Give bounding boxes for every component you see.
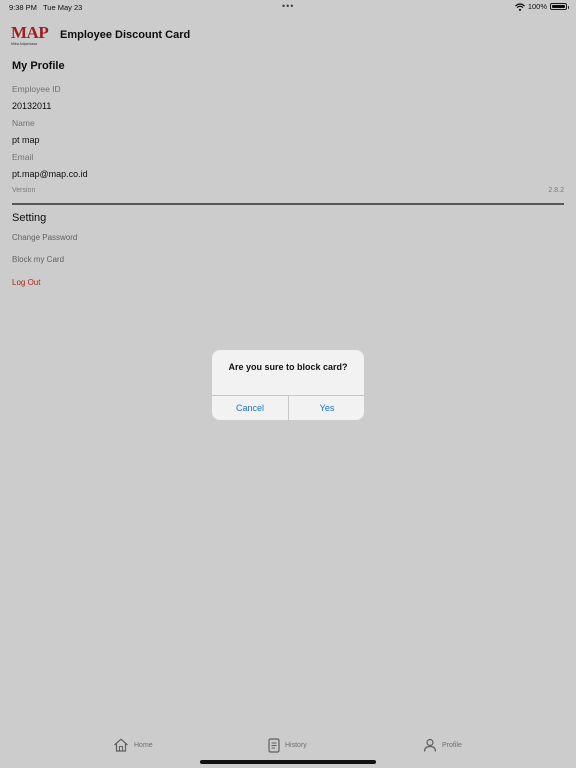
home-indicator[interactable] <box>200 760 376 764</box>
alert-message: Are you sure to block card? <box>228 362 348 372</box>
yes-button[interactable]: Yes <box>289 396 364 420</box>
confirm-block-card-dialog: Are you sure to block card? Cancel Yes <box>212 350 364 420</box>
cancel-button[interactable]: Cancel <box>212 396 288 420</box>
